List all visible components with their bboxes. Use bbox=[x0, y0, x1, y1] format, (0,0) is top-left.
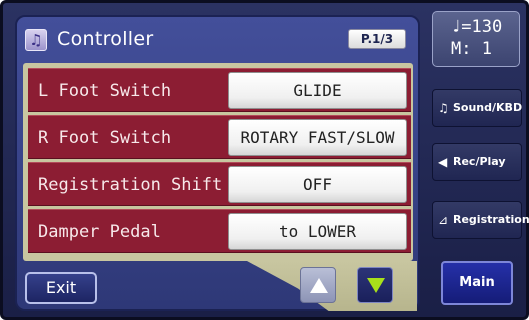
title-bar: ♫ Controller P.1/3 bbox=[17, 17, 418, 63]
scroll-down-button[interactable] bbox=[357, 267, 393, 303]
param-row-l-foot-switch: L Foot Switch GLIDE bbox=[28, 68, 411, 112]
up-arrow-icon bbox=[310, 278, 328, 293]
panel-title: Controller bbox=[57, 28, 154, 50]
sound-kbd-button[interactable]: ♫ Sound/KBD bbox=[432, 89, 522, 127]
parameter-list: L Foot Switch GLIDE R Foot Switch ROTARY… bbox=[23, 63, 413, 261]
param-row-registration-shift: Registration Shift OFF bbox=[28, 162, 411, 206]
registration-icon: ⊿ bbox=[438, 213, 449, 227]
param-value-button[interactable]: ROTARY FAST/SLOW bbox=[228, 119, 407, 156]
param-value-button[interactable]: to LOWER bbox=[228, 213, 407, 250]
rec-play-label: Rec/Play bbox=[453, 155, 506, 168]
controller-panel: ♫ Controller P.1/3 L Foot Switch GLIDE R… bbox=[15, 15, 420, 311]
music-note-icon: ♫ bbox=[25, 29, 47, 51]
registration-label: Registration bbox=[453, 213, 529, 226]
param-label: Registration Shift bbox=[38, 175, 223, 195]
exit-button[interactable]: Exit bbox=[25, 272, 97, 304]
main-button[interactable]: Main bbox=[441, 261, 513, 305]
tempo-value: ♩=130 bbox=[451, 17, 503, 37]
registration-button[interactable]: ⊿ Registration bbox=[432, 201, 529, 239]
measure-value: M: 1 bbox=[451, 39, 492, 59]
param-label: Damper Pedal bbox=[38, 222, 161, 242]
param-row-r-foot-switch: R Foot Switch ROTARY FAST/SLOW bbox=[28, 115, 411, 159]
scroll-up-button[interactable] bbox=[300, 267, 336, 303]
rec-play-button[interactable]: ◀ Rec/Play bbox=[432, 143, 522, 181]
down-arrow-icon bbox=[367, 278, 385, 293]
device-screen: ♫ Controller P.1/3 L Foot Switch GLIDE R… bbox=[0, 0, 529, 320]
param-row-damper-pedal: Damper Pedal to LOWER bbox=[28, 209, 411, 253]
param-label: R Foot Switch bbox=[38, 128, 172, 148]
param-label: L Foot Switch bbox=[38, 81, 172, 101]
bottom-strip: Exit bbox=[17, 261, 418, 311]
page-indicator: P.1/3 bbox=[348, 29, 406, 49]
param-value-button[interactable]: GLIDE bbox=[228, 72, 407, 109]
speaker-icon: ◀ bbox=[438, 155, 448, 169]
param-value-button[interactable]: OFF bbox=[228, 166, 407, 203]
tempo-display: ♩=130 M: 1 bbox=[432, 11, 520, 67]
music-note-icon: ♫ bbox=[438, 101, 449, 115]
sound-kbd-label: Sound/KBD bbox=[453, 101, 523, 114]
